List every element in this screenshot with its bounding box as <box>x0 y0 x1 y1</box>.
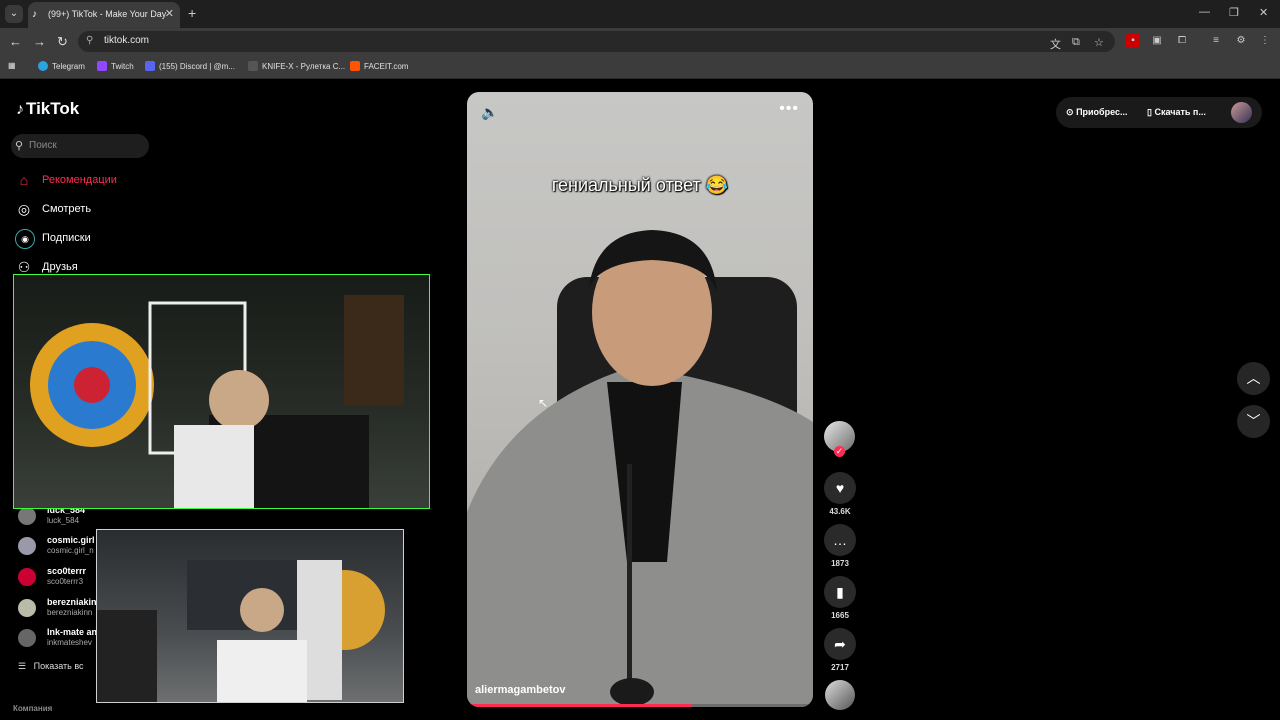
list-icon: ☰ <box>18 661 27 671</box>
video-author[interactable]: aliermagambetov <box>475 684 565 696</box>
reload-icon[interactable]: ↻ <box>57 34 68 50</box>
url-text: tiktok.com <box>104 35 150 46</box>
phone-icon: ▯ <box>1147 107 1152 117</box>
previous-video-button[interactable]: ︿ <box>1237 362 1270 395</box>
more-options-icon[interactable]: ••• <box>779 100 799 118</box>
following-avatar-icon: ◉ <box>15 229 35 249</box>
faceit-icon <box>350 61 360 71</box>
avatar <box>18 507 36 525</box>
comment-icon: … <box>824 524 856 556</box>
heart-icon: ♥ <box>824 472 856 504</box>
comment-button[interactable]: … 1873 <box>824 524 856 568</box>
browser-menu-icon[interactable]: ⋮ <box>1258 34 1272 48</box>
video-caption: гениальный ответ 😂 <box>551 175 729 195</box>
close-tab-icon[interactable]: ✕ <box>165 7 174 20</box>
microphone-base-shape <box>610 678 654 706</box>
knifex-icon <box>248 61 258 71</box>
site-info-icon[interactable]: ⚲ <box>86 35 93 46</box>
bookmark-twitch[interactable]: Twitch <box>97 61 134 71</box>
tab-search-button[interactable]: ⌄ <box>5 5 23 23</box>
address-bar[interactable]: ⚲ tiktok.com 文 ⧉ ☆ <box>78 31 1115 52</box>
new-tab-button[interactable]: + <box>188 5 196 21</box>
get-coins-button[interactable]: ⊙ Приобрес... <box>1066 107 1128 118</box>
extension-new-icon[interactable]: ▪ <box>1126 34 1140 48</box>
restore-icon[interactable]: ❐ <box>1229 6 1239 19</box>
painting-shape <box>344 295 404 405</box>
tiktok-favicon-icon: ♪ <box>32 9 37 20</box>
like-count: 43.6K <box>829 507 851 516</box>
bookmarks-bar: ▦ Telegram Twitch (155) Discord | @m... … <box>0 55 1280 79</box>
avatar <box>18 537 36 555</box>
top-right-actions: ⊙ Приобрес... ▯ Скачать п... <box>1056 97 1262 128</box>
translate-icon[interactable]: 文 <box>1050 36 1061 52</box>
monitor-shape <box>97 610 157 702</box>
company-link[interactable]: Компания <box>13 704 52 713</box>
chevron-up-icon: ︿ <box>1246 370 1261 386</box>
browser-tab[interactable]: ♪ (99+) TikTok - Make Your Day ✕ <box>28 2 180 28</box>
install-icon[interactable]: ⧉ <box>1072 36 1080 49</box>
room-scene-image <box>97 560 385 702</box>
streamer-shirt-shape <box>217 640 307 702</box>
back-icon[interactable]: ← <box>9 34 22 49</box>
user-avatar[interactable] <box>1231 102 1252 123</box>
mouse-cursor-icon: ↖ <box>538 396 549 410</box>
browser-tab-bar: ⌄ ♪ (99+) TikTok - Make Your Day ✕ + — ❐… <box>0 0 1280 28</box>
minimize-icon[interactable]: — <box>1199 6 1210 18</box>
streamer-shirt-shape <box>174 425 254 508</box>
save-count: 1665 <box>831 611 849 620</box>
tiktok-note-icon: ♪ <box>16 101 24 118</box>
browser-toolbar: ← → ↻ ⚲ tiktok.com 文 ⧉ ☆ ▪ ▣ ⧠ ≡ ⚙ ⋮ <box>0 28 1280 55</box>
search-input[interactable]: ⚲ Поиск <box>11 134 149 158</box>
close-window-icon[interactable]: ✕ <box>1259 6 1268 19</box>
save-button[interactable]: ▮ 1665 <box>824 576 856 620</box>
video-player[interactable]: 🔈 ••• гениальный ответ 😂 aliermagambetov <box>467 92 813 707</box>
bookmark-faceit[interactable]: FACEIT.com <box>350 61 408 71</box>
volume-icon[interactable]: 🔈 <box>481 104 498 121</box>
next-video-button[interactable]: ﹀ <box>1237 405 1270 438</box>
share-button[interactable]: ➦ 2717 <box>824 628 856 672</box>
tiktok-logo[interactable]: ♪ TikTok <box>16 99 79 119</box>
prize-wheel-center-shape <box>74 367 110 403</box>
streamer-head-shape <box>209 370 269 430</box>
compass-icon: ◎ <box>17 201 31 217</box>
share-icon: ➦ <box>824 628 856 660</box>
media-control-icon[interactable]: ≡ <box>1209 34 1223 48</box>
avatar <box>18 568 36 586</box>
discord-icon <box>145 61 155 71</box>
search-placeholder: Поиск <box>29 140 57 151</box>
bookmark-discord[interactable]: (155) Discord | @m... <box>145 61 235 71</box>
extensions-puzzle-icon[interactable]: ⧠ <box>1175 34 1189 48</box>
like-button[interactable]: ♥ 43.6K <box>824 472 856 516</box>
avatar <box>18 629 36 647</box>
stream-room-camera-overlay <box>96 529 404 703</box>
telegram-icon <box>38 61 48 71</box>
bookmark-telegram[interactable]: Telegram <box>38 61 85 71</box>
extension-icon[interactable]: ▣ <box>1150 34 1164 48</box>
video-progress-fill <box>467 704 692 707</box>
follow-plus-icon[interactable]: ✓ <box>834 446 845 457</box>
video-progress-bar[interactable] <box>467 704 813 707</box>
webcam-scene-image <box>30 295 404 508</box>
download-app-button[interactable]: ▯ Скачать п... <box>1147 107 1206 118</box>
search-icon: ⚲ <box>15 140 24 152</box>
coin-icon: ⊙ <box>1066 107 1074 117</box>
share-count: 2717 <box>831 663 849 672</box>
streamer-head-shape <box>240 588 284 632</box>
twitch-icon <box>97 61 107 71</box>
comment-count: 1873 <box>831 559 849 568</box>
apps-grid-icon[interactable]: ▦ <box>8 61 16 70</box>
bookmark-knifex[interactable]: KNIFE-X - Рулетка С... <box>248 61 345 71</box>
bookmark-star-icon[interactable]: ☆ <box>1094 36 1104 49</box>
show-more-button[interactable]: ☰ Показать вс <box>18 661 84 672</box>
home-icon: ⌂ <box>19 172 29 188</box>
microphone-stand-shape <box>627 464 632 684</box>
sound-avatar[interactable] <box>825 680 855 710</box>
stream-webcam-overlay <box>13 274 430 509</box>
tab-title: (99+) TikTok - Make Your Day <box>48 9 167 19</box>
avatar <box>18 599 36 617</box>
chevron-down-icon: ﹀ <box>1246 413 1261 429</box>
profile-icon[interactable]: ⚙ <box>1234 34 1248 48</box>
bookmark-icon: ▮ <box>824 576 856 608</box>
forward-icon[interactable]: → <box>33 34 46 49</box>
